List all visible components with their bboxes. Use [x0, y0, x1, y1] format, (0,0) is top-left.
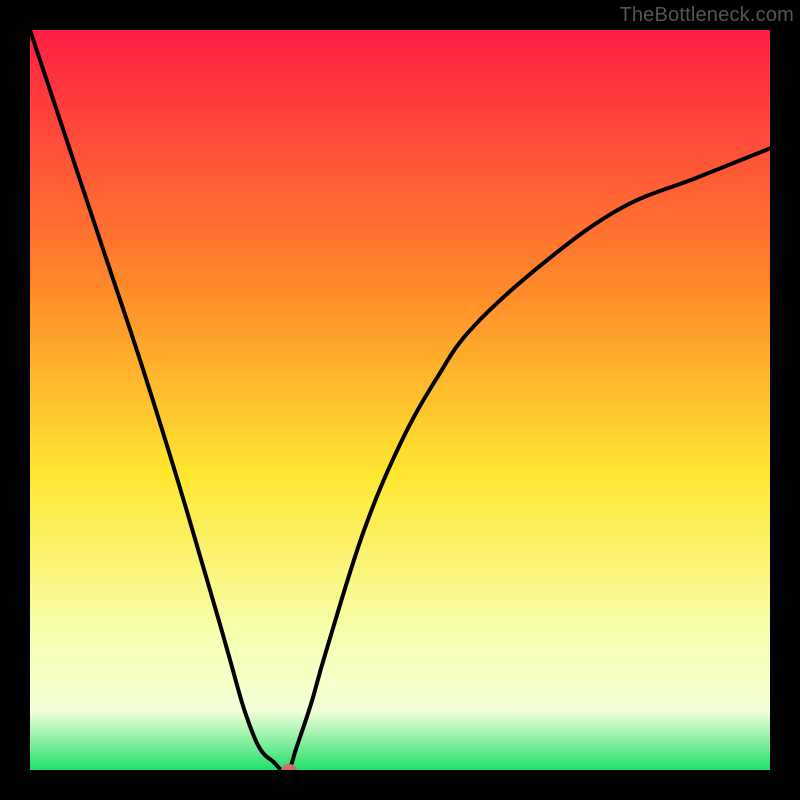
plot-area [30, 30, 770, 770]
bottleneck-curve [30, 30, 770, 770]
optimal-point-marker [281, 764, 297, 770]
watermark-text: TheBottleneck.com [619, 4, 794, 27]
